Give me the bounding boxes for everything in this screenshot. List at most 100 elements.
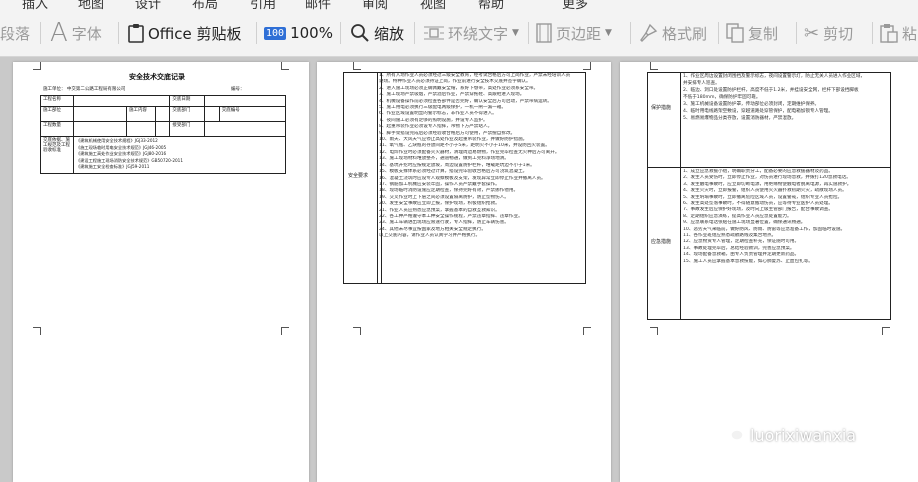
scissors-icon: ✂ xyxy=(804,22,820,44)
safety-requirements-label: 安全要求 xyxy=(348,173,369,179)
text-line: 不低于180mm，确保防护牢固可靠。 xyxy=(683,95,761,100)
document-page-1[interactable]: 安全技术交底记录 施工单位： 中交第二公路工程局有限公司 编号： 工程名称 交底… xyxy=(13,62,309,482)
emergency-measures-label: 应急措施 xyxy=(651,239,672,245)
wechat-logo-icon xyxy=(721,424,744,446)
form-cell: 交底日期 xyxy=(169,95,206,107)
form-cell: 施工部位 xyxy=(40,106,74,122)
emergency-measures-text: 1、成立应急救援小组，明确职责分工，配备必要的应急救援器材及药品。 2、发生人员… xyxy=(683,169,889,318)
copy-icon xyxy=(726,23,744,43)
table-divider xyxy=(377,72,378,284)
watermark: luorixiwanxia xyxy=(721,424,856,446)
zoom-button[interactable]: 缩放 xyxy=(350,10,404,56)
text-line: 1、作业区周边设置封闭围挡及警示标志，夜间设置警示灯，防止无关人员进入作业区域， xyxy=(683,74,866,79)
crop-mark xyxy=(583,327,591,335)
cut-label: 剪切 xyxy=(823,24,854,43)
paste-label: 粘 xyxy=(902,24,918,43)
format-painter-label: 格式刷 xyxy=(662,24,708,43)
form-cell xyxy=(154,121,171,137)
form-cell: 施工内容 xyxy=(126,106,156,122)
wrap-text-button[interactable]: 环绕文字 ▼ xyxy=(424,10,519,56)
menu-review[interactable]: 审阅 xyxy=(362,0,388,10)
menu-more[interactable]: 更多 xyxy=(562,0,588,10)
form-cell: 交底编号 xyxy=(218,106,287,122)
text-line: 15、施工人员应掌握基本急救技能，如心肺复苏、止血包扎等。 xyxy=(683,258,813,264)
crop-mark xyxy=(650,327,658,335)
form-cell xyxy=(73,106,127,122)
crop-mark xyxy=(650,62,658,70)
crop-mark xyxy=(33,62,41,70)
margins-label: 页边距 xyxy=(556,24,602,43)
document-page-3[interactable]: 保护措施 应急措施 1、作业区周边设置封闭围挡及警示标志，夜间设置警示灯，防止无… xyxy=(620,62,918,482)
disclosure-form-table: 工程名称 交底日期 施工部位 施工内容 交底部门 交底编号 工程数量 接受部门 … xyxy=(40,95,287,174)
paintbrush-icon xyxy=(638,23,658,43)
document-subtitle: 施工单位： 中交第二公路工程局有限公司 xyxy=(43,87,126,92)
toolbar-divider xyxy=(796,22,797,44)
chevron-down-icon: ▼ xyxy=(605,28,612,38)
menu-insert[interactable]: 插入 xyxy=(22,0,48,10)
office-clipboard-button[interactable]: Office 剪贴板 xyxy=(128,10,242,56)
form-cell xyxy=(126,121,156,137)
form-cell: 工程数量 xyxy=(40,121,74,137)
protection-measures-label: 保护措施 xyxy=(651,105,672,111)
clipboard-icon xyxy=(128,23,144,43)
clipboard-label: Office 剪贴板 xyxy=(148,24,242,43)
form-cell: 接受部门 xyxy=(169,121,206,137)
paste-button[interactable]: 粘 xyxy=(880,10,917,56)
zoom-label: 缩放 xyxy=(374,24,405,43)
menu-help[interactable]: 帮助 xyxy=(478,0,504,10)
copy-button[interactable]: 复制 xyxy=(726,10,778,56)
toolbar-divider xyxy=(414,22,415,44)
zoom-100-label: 100% xyxy=(290,24,333,42)
format-painter-button[interactable]: 格式刷 xyxy=(638,10,707,56)
toolbar-divider xyxy=(40,22,41,44)
copy-label: 复制 xyxy=(748,24,779,43)
paragraph-label: 段落 xyxy=(0,24,31,43)
toolbar-divider xyxy=(340,22,341,44)
crop-mark xyxy=(281,62,289,70)
crop-mark xyxy=(583,62,591,70)
menu-mailings[interactable]: 邮件 xyxy=(305,0,331,10)
font-button[interactable]: A 字体 xyxy=(50,10,102,56)
cut-button[interactable]: ✂ 剪切 xyxy=(804,10,853,56)
zoom-100-button[interactable]: 100 100% xyxy=(264,10,333,56)
magnifier-icon xyxy=(350,23,370,43)
menu-bar: 插入 地图 设计 布局 引用 邮件 审阅 视图 帮助 更多 xyxy=(0,0,918,10)
text-line: 4、临时用电线路架空敷设，穿越道路处穿管保护，配电箱加锁专人管理。 xyxy=(683,109,833,114)
text-line: 并安排专人巡查。 xyxy=(683,81,720,86)
crop-mark xyxy=(353,327,361,335)
wrap-text-icon xyxy=(424,25,444,41)
margins-icon xyxy=(536,23,552,43)
basis-label-cell: 交底依据、施工规范及工程验收标准 xyxy=(40,136,74,174)
crop-mark xyxy=(882,327,890,335)
margins-button[interactable]: 页边距 ▼ xyxy=(536,10,612,56)
paragraph-button[interactable]: 段落 xyxy=(0,10,30,56)
document-title: 安全技术交底记录 xyxy=(129,73,185,81)
wrap-text-label: 环绕文字 xyxy=(448,24,509,43)
form-cell xyxy=(204,106,220,122)
crop-mark xyxy=(353,62,361,70)
text-line: 3、施工机械设备设置防护罩，传动部位必须封闭，定期维护保养。 xyxy=(683,102,820,107)
basis-line: 《建筑施工安全检查标准》JGJ59-2011 xyxy=(76,164,150,169)
menu-references[interactable]: 引用 xyxy=(250,0,276,10)
paste-icon xyxy=(880,23,898,43)
menu-map[interactable]: 地图 xyxy=(78,0,104,10)
text-line: 以上交底内容，请作业人员认真学习并严格执行。 xyxy=(379,233,481,239)
form-cell xyxy=(73,121,127,137)
form-cell xyxy=(204,95,286,107)
chevron-down-icon: ▼ xyxy=(512,28,519,38)
menu-layout[interactable]: 布局 xyxy=(192,0,218,10)
toolbar-divider xyxy=(718,22,719,44)
quick-toolbar: 段落 A 字体 Office 剪贴板 100 100% 缩放 环绕文字 ▼ 页边… xyxy=(0,10,918,57)
form-cell: 交底部门 xyxy=(169,106,206,122)
form-cell xyxy=(204,121,286,137)
text-line: 2、临边、洞口处设置防护栏杆，高度不低于1.2米，并挂设安全网，栏杆下部设挡脚板 xyxy=(683,88,859,93)
toolbar-divider xyxy=(630,22,631,44)
document-page-2[interactable]: 安全要求 1、所有入场作业人员必须经过三级安全教育，经考试合格后方可上岗作业，严… xyxy=(317,62,611,482)
menu-design[interactable]: 设计 xyxy=(135,0,161,10)
menu-view[interactable]: 视图 xyxy=(420,0,446,10)
toolbar-divider xyxy=(118,22,119,44)
toolbar-divider xyxy=(872,22,873,44)
zoom-100-icon: 100 xyxy=(264,26,287,40)
table-divider xyxy=(647,167,891,168)
text-line: 5、易燃易爆物品分类存放，设置消防器材，严禁混放。 xyxy=(683,116,797,121)
